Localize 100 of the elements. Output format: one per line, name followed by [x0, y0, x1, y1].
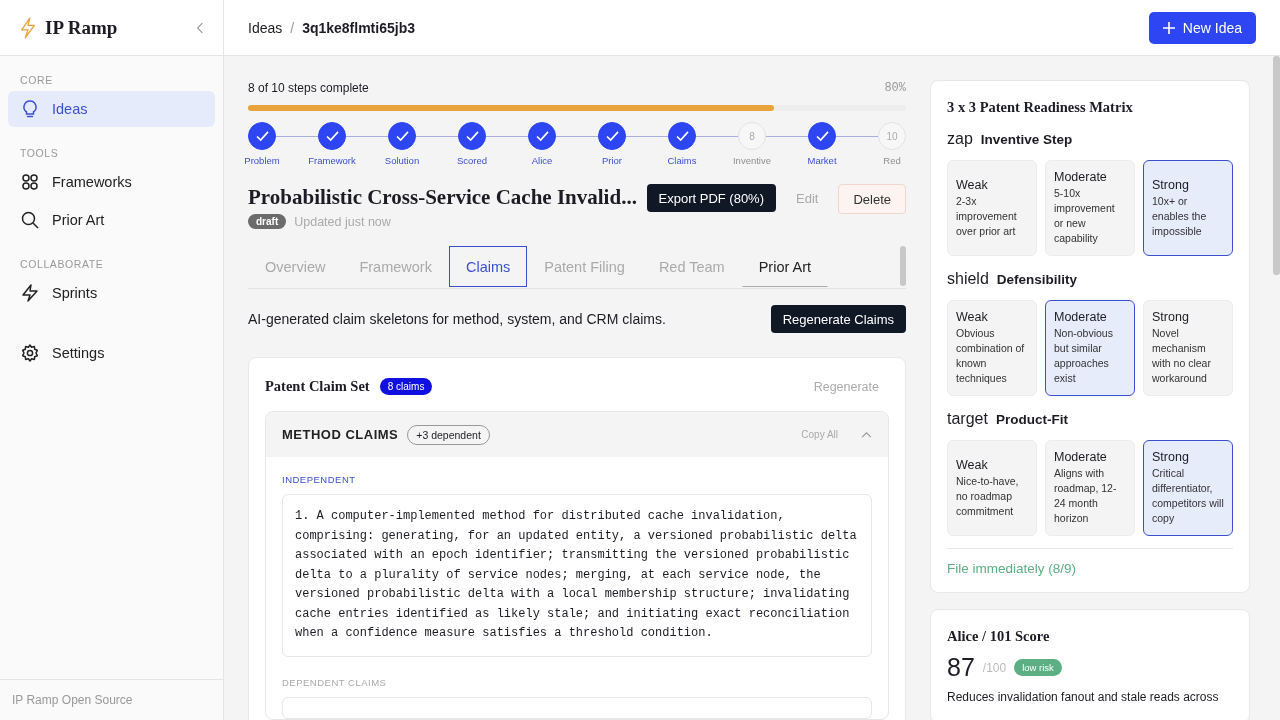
check-icon [605, 130, 619, 142]
step-circle[interactable] [668, 122, 696, 150]
step-label: Inventive [733, 155, 771, 166]
level-name: Strong [1152, 310, 1190, 324]
step-label: Problem [244, 155, 280, 166]
criterion-name: Product-Fit [995, 412, 1068, 427]
level-name: Weak [956, 177, 989, 192]
card-title: 3 x 3 Patent Readiness Matrix [947, 99, 1134, 116]
new-idea-button[interactable]: New Idea [1148, 11, 1256, 44]
app-name: IP Ramp [45, 16, 119, 39]
settings-icon [20, 343, 40, 363]
sidebar-item[interactable]: Settings [8, 335, 215, 371]
check-icon [325, 130, 339, 142]
grid-icon [20, 172, 40, 192]
regenerate-claims-button[interactable]: Regenerate Claims [770, 305, 906, 333]
score-max: /100 [982, 660, 1007, 675]
section-heading: CORE [19, 73, 54, 88]
card-title: Alice / 101 Score [947, 628, 1051, 645]
level-name: Moderate [1054, 310, 1108, 324]
check-icon [675, 130, 689, 142]
step-circle[interactable] [458, 122, 486, 150]
step-label: Framework [308, 155, 356, 166]
check-icon [535, 130, 549, 142]
score-summary: Reduces invalidation fanout and stale reads across [947, 690, 1220, 704]
level-name: Strong [1152, 177, 1190, 192]
level-option[interactable]: Weak 2-3x improvement over prior art [947, 160, 1037, 256]
export-pdf-button[interactable]: Export PDF (80%) [646, 184, 776, 212]
level-description: Nice-to-have, no roadmap commitment [956, 473, 1020, 519]
section-heading: TOOLS [19, 146, 60, 161]
level-name: Weak [956, 310, 989, 324]
sidebar-item[interactable]: Ideas [8, 91, 215, 127]
level-description: Non-obvious but similar approaches exist [1054, 326, 1114, 386]
delete-button[interactable]: Delete [838, 184, 906, 214]
check-icon [255, 130, 269, 142]
step-label: Market [807, 155, 837, 166]
claims-description: AI-generated claim skeletons for method, system, and CRM claims. [248, 311, 666, 327]
level-option[interactable]: Moderate 5-10x improvement or new capability [1045, 160, 1135, 256]
level-description: Obvious combination of known techniques [956, 326, 1026, 386]
level-option[interactable]: Moderate Aligns with roadmap, 12-24 month horizon [1045, 440, 1135, 536]
level-name: Weak [956, 457, 989, 472]
icon-name-text: zap [947, 130, 973, 148]
plus-icon [1162, 21, 1175, 34]
sidebar-item[interactable]: Sprints [8, 275, 215, 311]
level-name: Moderate [1054, 450, 1108, 464]
status-badge: draft [248, 214, 287, 229]
level-description: Novel mechanism with no clear workaround [1152, 326, 1212, 386]
step-label: Alice [531, 155, 553, 166]
step-circle[interactable] [248, 122, 276, 150]
section-heading: COLLABORATE [19, 257, 105, 272]
tab[interactable]: Claims [448, 246, 528, 287]
step-circle[interactable] [318, 122, 346, 150]
search-icon [20, 210, 40, 230]
updated-text: Updated just now [294, 214, 391, 229]
check-icon [395, 130, 409, 142]
scrollbar-thumb[interactable] [900, 246, 906, 286]
level-description: 5-10x improvement or new capability [1054, 186, 1116, 246]
progress-percent: 80% [884, 81, 906, 95]
icon-name-text: target [947, 410, 988, 428]
sidebar-item[interactable]: Prior Art [8, 202, 215, 238]
level-option[interactable]: Strong Novel mechanism with no clear workaround [1143, 300, 1233, 396]
step-label: Prior [601, 155, 623, 166]
step-circle[interactable] [598, 122, 626, 150]
verdict-text: File immediately (8/9) [947, 561, 1077, 576]
step-label: Red [883, 155, 901, 166]
scrollbar-thumb[interactable] [1273, 56, 1280, 275]
group-title: METHOD CLAIMS [282, 427, 399, 442]
level-option[interactable]: Weak Nice-to-have, no roadmap commitment [947, 440, 1037, 536]
level-option[interactable]: Strong 10x+ or enables the impossible [1143, 160, 1233, 256]
step-circle[interactable] [808, 122, 836, 150]
level-description: Critical differentiator, competitors will copy [1152, 466, 1224, 526]
level-description: Aligns with roadmap, 12-24 month horizon [1054, 466, 1118, 526]
criterion-name: Defensibility [996, 272, 1078, 287]
breadcrumb-current: 3q1ke8flmti65jb3 [302, 19, 415, 36]
score-value: 87 [947, 653, 975, 682]
level-option[interactable]: Moderate Non-obvious but similar approaches exist [1045, 300, 1135, 396]
lightbulb-icon [20, 99, 40, 119]
footer-text: IP Ramp Open Source [12, 693, 133, 707]
step-circle[interactable] [528, 122, 556, 150]
lightning-logo-icon [19, 16, 37, 39]
level-name: Strong [1152, 450, 1190, 464]
criterion-name: Inventive Step [980, 132, 1073, 147]
tab[interactable]: Prior Art [741, 246, 829, 287]
risk-badge: low risk [1014, 659, 1062, 676]
independent-label: INDEPENDENT [282, 474, 357, 485]
level-description: 2-3x improvement over prior art [956, 193, 1018, 239]
step-circle[interactable] [388, 122, 416, 150]
breadcrumb-link[interactable]: Ideas [248, 19, 283, 36]
progress-label: 8 of 10 steps complete [248, 81, 369, 95]
level-description: 10x+ or enables the impossible [1152, 193, 1208, 239]
icon-name-text: shield [947, 270, 989, 288]
level-option[interactable]: Weak Obvious combination of known techniques [947, 300, 1037, 396]
card-title: Patent Claim Set [265, 378, 370, 395]
check-icon [815, 130, 829, 142]
dependent-claims-label: DEPENDENT CLAIMS [282, 676, 388, 688]
level-name: Moderate [1054, 170, 1108, 184]
step-label: Claims [667, 155, 697, 166]
breadcrumb-separator: / [290, 19, 295, 36]
claim-text: 1. A computer-implemented method for distributed cache invalidation, comprising: generating, for an updated entity, a versioned probabilistic delta associated with an epoch identifier; transmitting the versioned probabilistic delta to a plurality of service nodes; merging, at each service node, the versioned probabilistic delta with a local membership structure; invalidating cache entries identified as likely stale; and initiating exact reconciliation when a confidence measure satisfies a threshold condition. [282, 494, 872, 657]
level-option[interactable]: Strong Critical differentiator, competitors will copy [1143, 440, 1233, 536]
sidebar-item[interactable]: Frameworks [8, 164, 215, 200]
